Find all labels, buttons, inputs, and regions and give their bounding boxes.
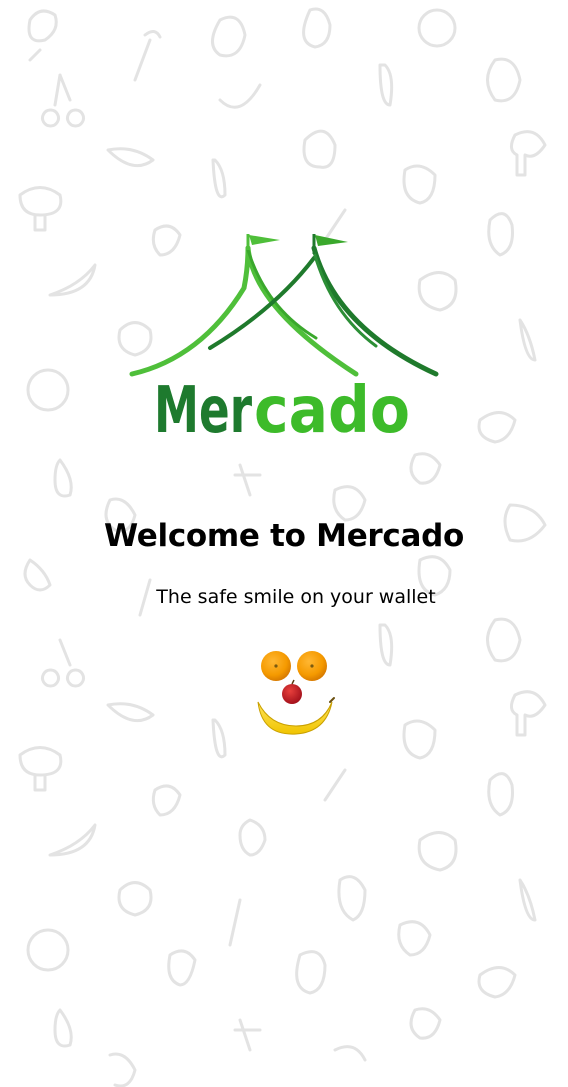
orange-icon xyxy=(297,651,327,681)
welcome-title: Welcome to Mercado xyxy=(104,518,464,554)
logo-text-dark: Mer xyxy=(154,374,252,438)
apple-icon xyxy=(282,679,302,704)
mercado-logo: Mer cado xyxy=(129,234,439,438)
orange-icon xyxy=(261,651,291,681)
tent-left-icon xyxy=(129,234,359,377)
logo-text-light: cado xyxy=(254,374,410,438)
welcome-subtitle: The safe smile on your wallet xyxy=(156,586,436,608)
fruit-smile-illustration xyxy=(257,651,335,735)
banana-icon xyxy=(257,697,335,735)
